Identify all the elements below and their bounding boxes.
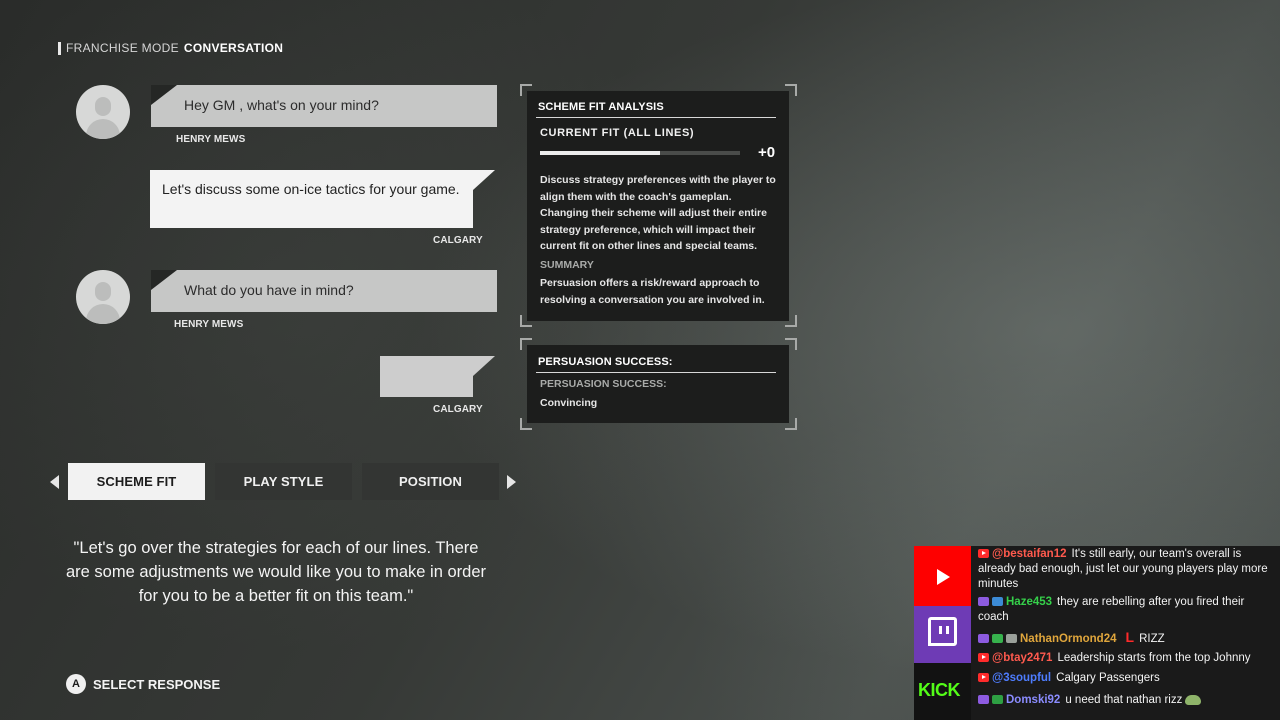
pending-response-bubble bbox=[380, 356, 473, 397]
tab-next-arrow-icon[interactable] bbox=[507, 475, 516, 489]
summary-label: SUMMARY bbox=[540, 259, 594, 271]
team-name-label: CALGARY bbox=[433, 235, 483, 246]
chat-message: Haze453 they are rebelling after you fire… bbox=[978, 596, 1245, 623]
tab-prev-arrow-icon[interactable] bbox=[50, 475, 59, 489]
youtube-badge-icon bbox=[978, 653, 989, 663]
gm-message-bubble: Let's discuss some on-ice tactics for yo… bbox=[150, 170, 473, 228]
select-response-prompt[interactable]: A SELECT RESPONSE bbox=[66, 674, 220, 694]
player-message-bubble: Hey GM , what's on your mind? bbox=[151, 85, 497, 127]
kick-logo: KICK bbox=[914, 663, 971, 720]
tab-position[interactable]: POSITION bbox=[362, 463, 499, 500]
response-option-text[interactable]: "Let's go over the strategies for each o… bbox=[60, 536, 492, 608]
team-name-label: CALGARY bbox=[433, 404, 483, 415]
twitch-badge-icon bbox=[978, 695, 989, 705]
chat-message: Domski92 u need that nathan rizz bbox=[978, 693, 1276, 708]
analysis-description: Discuss strategy preferences with the pl… bbox=[540, 174, 776, 252]
chat-message: NathanOrmond24 L RIZZ bbox=[978, 630, 1276, 647]
header-title: CONVERSATION bbox=[183, 41, 284, 55]
avatar-silhouette-icon bbox=[95, 282, 111, 301]
player-name-label: HENRY MEWS bbox=[176, 134, 246, 145]
youtube-badge-icon bbox=[978, 673, 989, 683]
player-avatar bbox=[76, 85, 130, 139]
chat-message: @3soupful Calgary Passengers bbox=[978, 671, 1276, 686]
header-accent-bar bbox=[58, 41, 61, 55]
player-avatar bbox=[76, 270, 130, 324]
chat-message: @btay2471 Leadership starts from the top … bbox=[978, 651, 1276, 666]
subscriber-badge-icon bbox=[1006, 634, 1017, 644]
select-response-label: SELECT RESPONSE bbox=[93, 676, 221, 692]
twitch-badge-icon bbox=[978, 634, 989, 644]
player-name-label: HENRY MEWS bbox=[174, 319, 244, 330]
analysis-title: SCHEME FIT ANALYSIS bbox=[538, 101, 664, 113]
l-emote-icon: L bbox=[1125, 629, 1135, 645]
persuasion-value: Convincing bbox=[540, 397, 598, 409]
youtube-icon bbox=[914, 546, 971, 606]
current-fit-value: +0 bbox=[758, 144, 776, 161]
moderator-badge-icon bbox=[992, 634, 1003, 644]
tab-scheme-fit[interactable]: SCHEME FIT bbox=[68, 463, 205, 500]
summary-text: Persuasion offers a risk/reward approach… bbox=[540, 277, 765, 306]
persuasion-label: PERSUASION SUCCESS: bbox=[540, 378, 667, 390]
twitch-badge-icon bbox=[978, 597, 989, 607]
a-button-icon: A bbox=[66, 674, 86, 694]
youtube-badge-icon bbox=[978, 549, 989, 559]
subscriber-badge-icon bbox=[992, 597, 1003, 607]
current-fit-bar bbox=[540, 151, 740, 155]
persuasion-title: PERSUASION SUCCESS: bbox=[538, 356, 673, 368]
twitch-icon bbox=[914, 606, 971, 663]
verified-badge-icon bbox=[992, 695, 1003, 705]
avatar-silhouette-icon bbox=[95, 97, 111, 116]
current-fit-fill bbox=[540, 151, 660, 155]
chat-message: @bestaifan12 It's still early, our team's… bbox=[978, 548, 1268, 590]
current-fit-label: CURRENT FIT (ALL LINES) bbox=[540, 127, 695, 139]
player-message-bubble: What do you have in mind? bbox=[151, 270, 497, 312]
stream-chat-overlay: KICK @bestaifan12 It's still early, our t… bbox=[914, 546, 1280, 720]
frog-emote-icon bbox=[1185, 694, 1202, 705]
tab-play-style[interactable]: PLAY STYLE bbox=[215, 463, 352, 500]
screen-header: FRANCHISE MODE CONVERSATION bbox=[58, 41, 283, 55]
header-mode: FRANCHISE MODE bbox=[66, 41, 179, 55]
